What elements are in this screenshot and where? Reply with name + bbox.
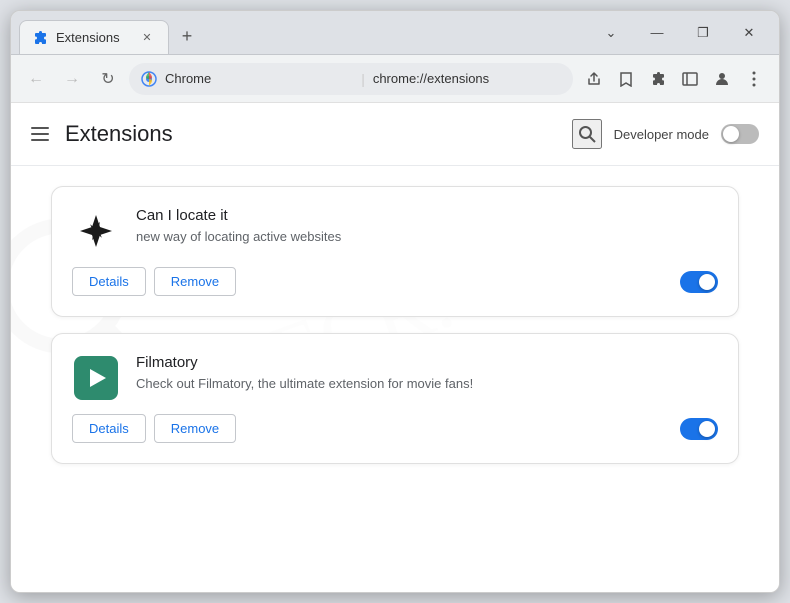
toggle-thumb-1 [699, 274, 715, 290]
extensions-header: Extensions Developer mode [11, 103, 779, 166]
extension-desc-1: new way of locating active websites [136, 228, 718, 246]
play-icon [90, 369, 106, 387]
window-controls: ⌄ — ❐ ✕ [589, 11, 771, 54]
extension-card: Can I locate it new way of locating acti… [51, 186, 739, 317]
close-button[interactable]: ✕ [727, 17, 771, 49]
toggle-thumb [723, 126, 739, 142]
hamburger-line-2 [31, 133, 49, 135]
share-icon [586, 71, 602, 87]
extension-desc-2: Check out Filmatory, the ultimate extens… [136, 375, 718, 393]
tab-close-button[interactable]: ✕ [138, 29, 156, 47]
extension-card-bottom-1: Details Remove [72, 267, 718, 296]
tab-title: Extensions [56, 30, 130, 45]
share-icon-button[interactable] [579, 64, 609, 94]
extensions-list: Can I locate it new way of locating acti… [11, 166, 779, 484]
developer-mode-toggle[interactable] [721, 124, 759, 144]
extension-card-top-2: Filmatory Check out Filmatory, the ultim… [72, 354, 718, 402]
chrome-logo-icon [141, 71, 157, 87]
extension-name-2: Filmatory [136, 354, 718, 371]
minimize-button[interactable]: — [635, 17, 679, 49]
restore-down-button[interactable]: ⌄ [589, 17, 633, 49]
address-divider: | [361, 71, 365, 87]
extensions-puzzle-icon [650, 71, 666, 87]
tab-bar: Extensions ✕ + [19, 11, 201, 54]
bookmark-icon-button[interactable] [611, 64, 641, 94]
extension-buttons-1: Details Remove [72, 267, 236, 296]
toolbar-icons [579, 64, 769, 94]
extension-card-top: Can I locate it new way of locating acti… [72, 207, 718, 255]
profile-icon [714, 71, 730, 87]
address-bar: ← → ↻ Chrome | chrome://extensions [11, 55, 779, 103]
header-right-controls: Developer mode [572, 119, 759, 149]
filmatory-icon-bg [74, 356, 118, 400]
browser-window: Extensions ✕ + ⌄ — ❐ ✕ ← → ↻ Chrome [10, 10, 780, 593]
extension-card-2: Filmatory Check out Filmatory, the ultim… [51, 333, 739, 464]
hamburger-menu-button[interactable] [27, 123, 53, 145]
extensions-title-area: Extensions [27, 121, 173, 147]
active-tab[interactable]: Extensions ✕ [19, 20, 169, 54]
profile-icon-button[interactable] [707, 64, 737, 94]
details-button-2[interactable]: Details [72, 414, 146, 443]
more-options-icon [752, 71, 756, 87]
sidebar-icon-button[interactable] [675, 64, 705, 94]
new-tab-button[interactable]: + [173, 22, 201, 50]
address-bar-input[interactable]: Chrome | chrome://extensions [129, 63, 573, 95]
extension-name-1: Can I locate it [136, 207, 718, 224]
title-bar: Extensions ✕ + ⌄ — ❐ ✕ [11, 11, 779, 55]
extension-card-bottom-2: Details Remove [72, 414, 718, 443]
extension-info-1: Can I locate it new way of locating acti… [136, 207, 718, 246]
extension-icon-can-locate [72, 207, 120, 255]
toggle-thumb-2 [699, 421, 715, 437]
address-url: chrome://extensions [373, 71, 561, 86]
extension-icon-filmatory [72, 354, 120, 402]
extension-info-2: Filmatory Check out Filmatory, the ultim… [136, 354, 718, 393]
remove-button-1[interactable]: Remove [154, 267, 236, 296]
search-icon [577, 124, 597, 144]
bookmark-icon [618, 71, 634, 87]
extension-toggle-1[interactable] [680, 271, 718, 293]
maximize-button[interactable]: ❐ [681, 17, 725, 49]
more-options-button[interactable] [739, 64, 769, 94]
back-button[interactable]: ← [21, 64, 51, 94]
details-button-1[interactable]: Details [72, 267, 146, 296]
forward-button[interactable]: → [57, 64, 87, 94]
extension-toggle-2[interactable] [680, 418, 718, 440]
remove-button-2[interactable]: Remove [154, 414, 236, 443]
extension-buttons-2: Details Remove [72, 414, 236, 443]
extensions-icon-button[interactable] [643, 64, 673, 94]
page-title: Extensions [65, 121, 173, 147]
reload-button[interactable]: ↻ [93, 64, 123, 94]
sidebar-icon [682, 71, 698, 87]
chrome-text: Chrome [165, 71, 353, 86]
hamburger-line-3 [31, 139, 49, 141]
bird-star-icon [74, 209, 118, 253]
search-extensions-button[interactable] [572, 119, 602, 149]
hamburger-line-1 [31, 127, 49, 129]
developer-mode-label: Developer mode [614, 127, 709, 142]
page-content: Extensions Developer mode [11, 103, 779, 592]
tab-favicon [32, 30, 48, 46]
